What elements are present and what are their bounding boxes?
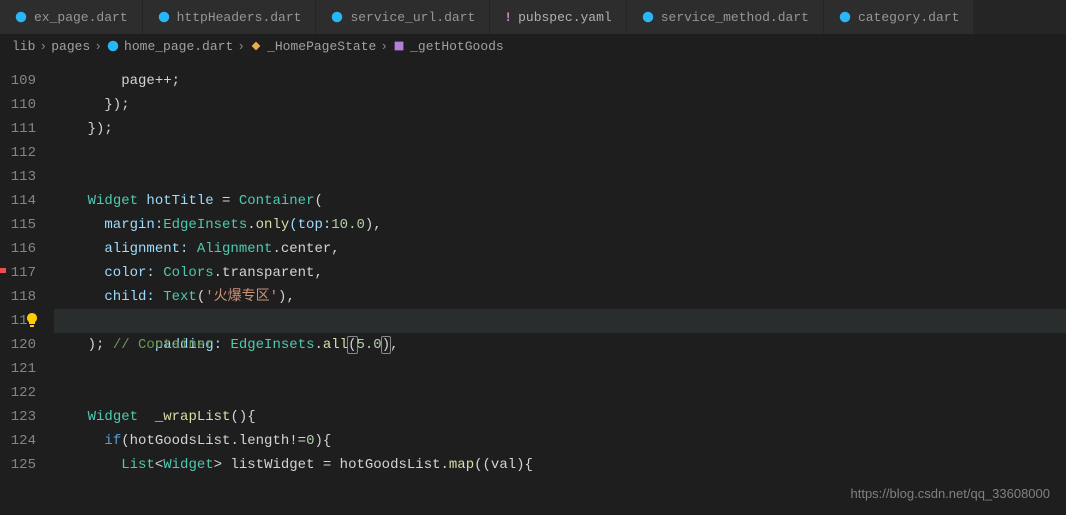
tab-category[interactable]: category.dart — [824, 0, 974, 34]
line-number-gutter: 109 110 111 112 113 114 115 116 117 118 … — [0, 57, 54, 477]
tab-label: pubspec.yaml — [518, 10, 612, 25]
code-line: if(hotGoodsList.length!=0){ — [54, 429, 1066, 453]
tab-pubspec[interactable]: ! pubspec.yaml — [490, 0, 626, 34]
tab-service-method[interactable]: service_method.dart — [627, 0, 824, 34]
code-line: page++; — [54, 69, 1066, 93]
dart-file-icon — [14, 10, 28, 24]
line-number: 121 — [0, 357, 36, 381]
editor-tabs: ex_page.dart httpHeaders.dart service_ur… — [0, 0, 1066, 35]
breadcrumb[interactable]: lib › pages › home_page.dart › _HomePage… — [0, 35, 1066, 57]
lightbulb-icon[interactable] — [24, 312, 40, 328]
code-line — [54, 357, 1066, 381]
line-number: 112 — [0, 141, 36, 165]
line-number: 116 — [0, 237, 36, 261]
tab-label: category.dart — [858, 10, 959, 25]
code-line — [54, 381, 1066, 405]
code-line: ); // Container — [54, 333, 1066, 357]
code-line: color: Colors.transparent, — [54, 261, 1066, 285]
code-line — [54, 165, 1066, 189]
line-number: 124 — [0, 429, 36, 453]
method-icon — [392, 39, 406, 53]
chevron-right-icon: › — [39, 39, 47, 54]
code-line — [54, 141, 1066, 165]
code-editor[interactable]: 109 110 111 112 113 114 115 116 117 118 … — [0, 57, 1066, 477]
code-line: alignment: Alignment.center, — [54, 237, 1066, 261]
chevron-right-icon: › — [94, 39, 102, 54]
yaml-file-icon: ! — [504, 10, 512, 25]
tab-httpheaders[interactable]: httpHeaders.dart — [143, 0, 317, 34]
code-line: margin:EdgeInsets.only(top:10.0), — [54, 213, 1066, 237]
line-number: 115 — [0, 213, 36, 237]
line-number: 117 — [0, 261, 36, 285]
chevron-right-icon: › — [237, 39, 245, 54]
line-number: 125 — [0, 453, 36, 477]
tab-label: ex_page.dart — [34, 10, 128, 25]
code-line-current: padding: EdgeInsets.all(5.0), — [54, 309, 1066, 333]
code-line: }); — [54, 93, 1066, 117]
dart-file-icon — [330, 10, 344, 24]
breadcrumb-folder[interactable]: pages — [51, 39, 90, 54]
code-line: Widget _wrapList(){ — [54, 405, 1066, 429]
line-number: 110 — [0, 93, 36, 117]
tab-ex-page[interactable]: ex_page.dart — [0, 0, 143, 34]
line-number: 109 — [0, 69, 36, 93]
class-icon — [249, 39, 263, 53]
tab-label: service_url.dart — [350, 10, 475, 25]
line-number: 123 — [0, 405, 36, 429]
breadcrumb-folder[interactable]: lib — [12, 39, 35, 54]
line-number: 113 — [0, 165, 36, 189]
line-number: 120 — [0, 333, 36, 357]
line-number: 114 — [0, 189, 36, 213]
line-number: 118 — [0, 285, 36, 309]
dart-file-icon — [106, 39, 120, 53]
breadcrumb-method[interactable]: _getHotGoods — [392, 39, 504, 54]
error-marker — [0, 268, 6, 273]
tab-label: service_method.dart — [661, 10, 809, 25]
chevron-right-icon: › — [380, 39, 388, 54]
code-area[interactable]: page++; }); }); Widget hotTitle = Contai… — [54, 57, 1066, 477]
breadcrumb-class[interactable]: _HomePageState — [249, 39, 376, 54]
line-number: 111 — [0, 117, 36, 141]
code-line: List<Widget> listWidget = hotGoodsList.m… — [54, 453, 1066, 477]
dart-file-icon — [157, 10, 171, 24]
code-line: Widget hotTitle = Container( — [54, 189, 1066, 213]
watermark-text: https://blog.csdn.net/qq_33608000 — [851, 486, 1051, 501]
line-number: 122 — [0, 381, 36, 405]
dart-file-icon — [838, 10, 852, 24]
tab-label: httpHeaders.dart — [177, 10, 302, 25]
breadcrumb-file[interactable]: home_page.dart — [106, 39, 233, 54]
code-line: }); — [54, 117, 1066, 141]
dart-file-icon — [641, 10, 655, 24]
tab-service-url[interactable]: service_url.dart — [316, 0, 490, 34]
code-line: child: Text('火爆专区'), — [54, 285, 1066, 309]
